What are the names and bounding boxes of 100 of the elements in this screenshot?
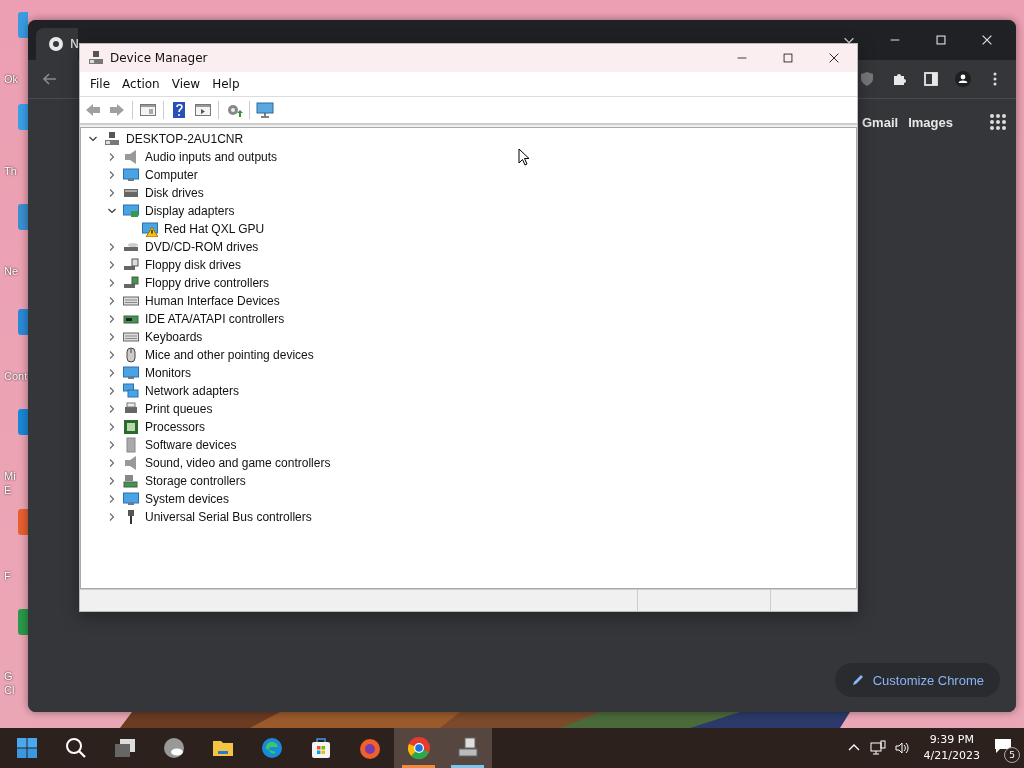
network-icon[interactable]: [869, 740, 886, 756]
monitor-icon[interactable]: [256, 101, 274, 119]
close-icon[interactable]: [827, 51, 841, 65]
tree-item[interactable]: Network adapters: [145, 384, 240, 398]
cloud-icon: [161, 736, 186, 760]
expand-chevron-icon[interactable]: [107, 350, 117, 360]
expand-chevron-icon[interactable]: [107, 296, 117, 306]
tree-item[interactable]: Keyboards: [145, 330, 203, 344]
collapse-chevron-icon[interactable]: [88, 134, 98, 144]
tree-item[interactable]: System devices: [145, 492, 230, 506]
expand-chevron-icon[interactable]: [107, 422, 117, 432]
window-icon[interactable]: [139, 101, 157, 119]
tree-item[interactable]: Processors: [145, 420, 206, 434]
tree-item[interactable]: Sound, video and game controllers: [145, 456, 331, 470]
expand-chevron-icon[interactable]: [107, 332, 117, 342]
close-icon[interactable]: [980, 33, 994, 47]
tree-item[interactable]: Floppy disk drives: [145, 258, 242, 272]
back-arrow-icon[interactable]: [42, 71, 58, 87]
expand-chevron-icon[interactable]: [107, 260, 117, 270]
tree-item[interactable]: Computer: [145, 168, 198, 182]
monitor-icon: [123, 365, 139, 381]
profile-icon[interactable]: [955, 71, 971, 87]
expand-chevron-icon[interactable]: [107, 314, 117, 324]
back-arrow-icon[interactable]: [84, 101, 102, 119]
customize-button[interactable]: Customize Chrome: [834, 663, 1000, 697]
chip-icon: [123, 275, 139, 291]
expand-chevron-icon[interactable]: [107, 476, 117, 486]
clock[interactable]: 9:39 PM 4/21/2023: [923, 732, 980, 764]
puzzle-icon[interactable]: [891, 71, 907, 87]
tree-item[interactable]: Mice and other pointing devices: [145, 348, 314, 362]
expand-chevron-icon[interactable]: [107, 458, 117, 468]
expand-chevron-icon[interactable]: [107, 494, 117, 504]
keyboard-icon: [123, 293, 139, 309]
shield-icon[interactable]: [859, 71, 875, 87]
computer-icon: [455, 736, 480, 760]
menu-item[interactable]: File: [84, 77, 117, 91]
network-icon: [123, 383, 139, 399]
header-link[interactable]: Images: [908, 114, 953, 130]
windows-icon: [112, 736, 137, 760]
computer-icon: [88, 50, 104, 66]
running-indicator: [402, 765, 435, 768]
globe-icon: [406, 736, 431, 760]
forward-arrow-icon[interactable]: [108, 101, 126, 119]
header-link[interactable]: Gmail: [862, 114, 899, 130]
tree-item[interactable]: DESKTOP-2AU1CNR: [126, 132, 244, 146]
side-panel-icon[interactable]: [923, 71, 939, 87]
icon-label: Mi: [4, 469, 16, 483]
help-icon[interactable]: [170, 101, 188, 119]
browser-tab[interactable]: N: [36, 28, 78, 60]
expand-chevron-icon[interactable]: [107, 368, 117, 378]
running-indicator: [451, 765, 484, 768]
cursor-icon: [518, 148, 530, 166]
time-text: 9:39 PM: [929, 732, 974, 748]
browser-logo-icon: [48, 36, 64, 52]
browser-button[interactable]: [394, 728, 443, 768]
tree-item[interactable]: Universal Serial Bus controllers: [145, 510, 312, 524]
volume-icon[interactable]: [893, 740, 910, 756]
tree-item[interactable]: Display adapters: [145, 204, 235, 218]
tree-item[interactable]: Storage controllers: [145, 474, 246, 488]
chip-icon: [123, 473, 139, 489]
pencil-icon: [850, 673, 865, 687]
search-icon: [63, 736, 88, 760]
expand-chevron-icon[interactable]: [107, 386, 117, 396]
device-manager-button[interactable]: [443, 728, 492, 768]
menu-item[interactable]: Help: [206, 77, 246, 91]
speaker-icon: [123, 455, 139, 471]
mouse-icon: [123, 347, 139, 363]
icon-label: G: [4, 669, 13, 683]
tree-item[interactable]: Audio inputs and outputs: [145, 150, 278, 164]
notification-icon[interactable]: [994, 738, 1012, 754]
menu-item[interactable]: View: [165, 77, 207, 91]
expand-chevron-icon[interactable]: [107, 242, 117, 252]
expand-chevron-icon[interactable]: [107, 404, 117, 414]
tree-item[interactable]: Print queues: [145, 402, 213, 416]
icon-label: Cont: [4, 369, 28, 383]
maximize-icon[interactable]: [781, 51, 795, 65]
tree-item[interactable]: Red Hat QXL GPU: [164, 222, 265, 236]
icon-label: Th: [4, 164, 17, 178]
drive-icon: [123, 257, 139, 273]
expand-chevron-icon[interactable]: [107, 152, 117, 162]
apps-grid-icon[interactable]: [988, 113, 1007, 131]
expand-chevron-icon[interactable]: [107, 440, 117, 450]
tree-item[interactable]: Software devices: [145, 438, 237, 452]
tree-item[interactable]: Monitors: [145, 366, 191, 380]
expand-chevron-icon[interactable]: [107, 188, 117, 198]
tree-item[interactable]: DVD/CD-ROM drives: [145, 240, 259, 254]
window-icon[interactable]: [194, 101, 212, 119]
date-text: 4/21/2023: [923, 748, 980, 764]
start-icon: [14, 736, 39, 760]
menu-item[interactable]: Action: [116, 77, 166, 91]
tree-item[interactable]: Floppy drive controllers: [145, 276, 270, 290]
tree-item[interactable]: Human Interface Devices: [145, 294, 280, 308]
maximize-icon[interactable]: [934, 33, 948, 47]
expand-chevron-icon[interactable]: [107, 170, 117, 180]
expand-chevron-icon[interactable]: [107, 512, 117, 522]
tree-item[interactable]: IDE ATA/ATAPI controllers: [145, 312, 285, 326]
expand-chevron-icon[interactable]: [107, 278, 117, 288]
icon-label: F: [4, 569, 11, 583]
collapse-chevron-icon[interactable]: [107, 206, 117, 216]
tree-item[interactable]: Disk drives: [145, 186, 204, 200]
